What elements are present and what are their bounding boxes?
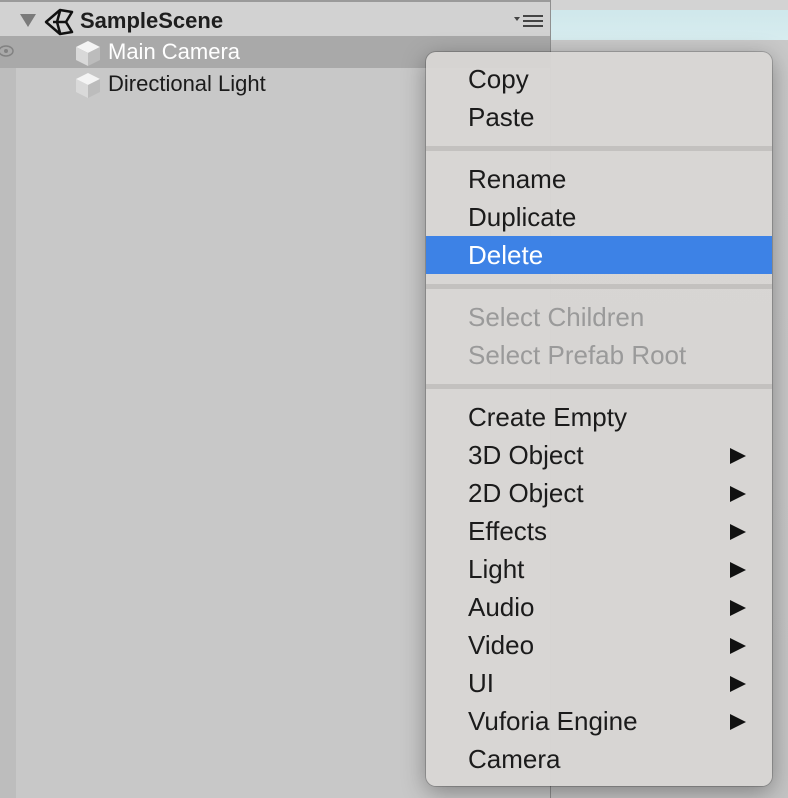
hierarchy-item-label: Directional Light xyxy=(108,71,266,96)
submenu-arrow-icon xyxy=(730,486,746,502)
submenu-arrow-icon xyxy=(730,676,746,692)
eye-icon[interactable] xyxy=(0,44,14,58)
menu-item-copy[interactable]: Copy xyxy=(426,60,772,98)
hierarchy-gutter xyxy=(0,0,16,798)
menu-item-label: Vuforia Engine xyxy=(468,706,638,736)
hierarchy-item-label: Main Camera xyxy=(108,39,241,64)
menu-item-label: Create Empty xyxy=(468,402,627,432)
menu-item-2d-object[interactable]: 2D Object xyxy=(426,474,772,512)
menu-item-duplicate[interactable]: Duplicate xyxy=(426,198,772,236)
menu-item-select-prefab-root: Select Prefab Root xyxy=(468,340,687,370)
gameobject-cube-icon xyxy=(76,73,100,98)
menu-item-effects[interactable]: Effects xyxy=(426,512,772,550)
menu-separator xyxy=(426,146,772,151)
submenu-arrow-icon xyxy=(730,714,746,730)
menu-item-delete[interactable]: Delete xyxy=(426,236,772,274)
submenu-arrow-icon xyxy=(730,638,746,654)
foldout-arrow-icon[interactable] xyxy=(20,14,36,27)
menu-item-label: 2D Object xyxy=(468,478,584,508)
unity-logo-icon xyxy=(44,8,74,36)
menu-item-label: Effects xyxy=(468,516,548,546)
menu-item-label: Light xyxy=(468,554,525,584)
menu-item-vuforia-engine[interactable]: Vuforia Engine xyxy=(426,702,772,740)
scene-view-toolbar xyxy=(551,0,788,10)
menu-separator xyxy=(426,384,772,389)
menu-item-camera[interactable]: Camera xyxy=(426,740,772,778)
menu-item-rename[interactable]: Rename xyxy=(426,160,772,198)
submenu-arrow-icon xyxy=(730,600,746,616)
submenu-arrow-icon xyxy=(730,524,746,540)
menu-item-label: Video xyxy=(468,630,535,660)
menu-item-label: Camera xyxy=(468,744,561,774)
scene-header[interactable]: SampleScene xyxy=(0,0,550,36)
menu-item-paste[interactable]: Paste xyxy=(426,98,772,136)
menu-item-light[interactable]: Light xyxy=(426,550,772,588)
menu-item-ui[interactable]: UI xyxy=(426,664,772,702)
menu-item-label: Audio xyxy=(468,592,535,622)
menu-item-audio[interactable]: Audio xyxy=(426,588,772,626)
menu-item-create-empty[interactable]: Create Empty xyxy=(426,398,772,436)
menu-item-3d-object[interactable]: 3D Object xyxy=(426,436,772,474)
scene-title: SampleScene xyxy=(80,8,224,33)
menu-item-label: UI xyxy=(468,668,494,698)
menu-item-select-children: Select Children xyxy=(468,302,645,332)
gameobject-cube-icon xyxy=(76,41,100,66)
submenu-arrow-icon xyxy=(730,448,746,464)
menu-item-label: 3D Object xyxy=(468,440,584,470)
hamburger-menu-icon[interactable] xyxy=(514,14,544,28)
context-menu: Copy Paste Rename Duplicate Delete Selec… xyxy=(426,52,772,786)
menu-item-video[interactable]: Video xyxy=(426,626,772,664)
submenu-arrow-icon xyxy=(730,562,746,578)
menu-separator xyxy=(426,284,772,289)
